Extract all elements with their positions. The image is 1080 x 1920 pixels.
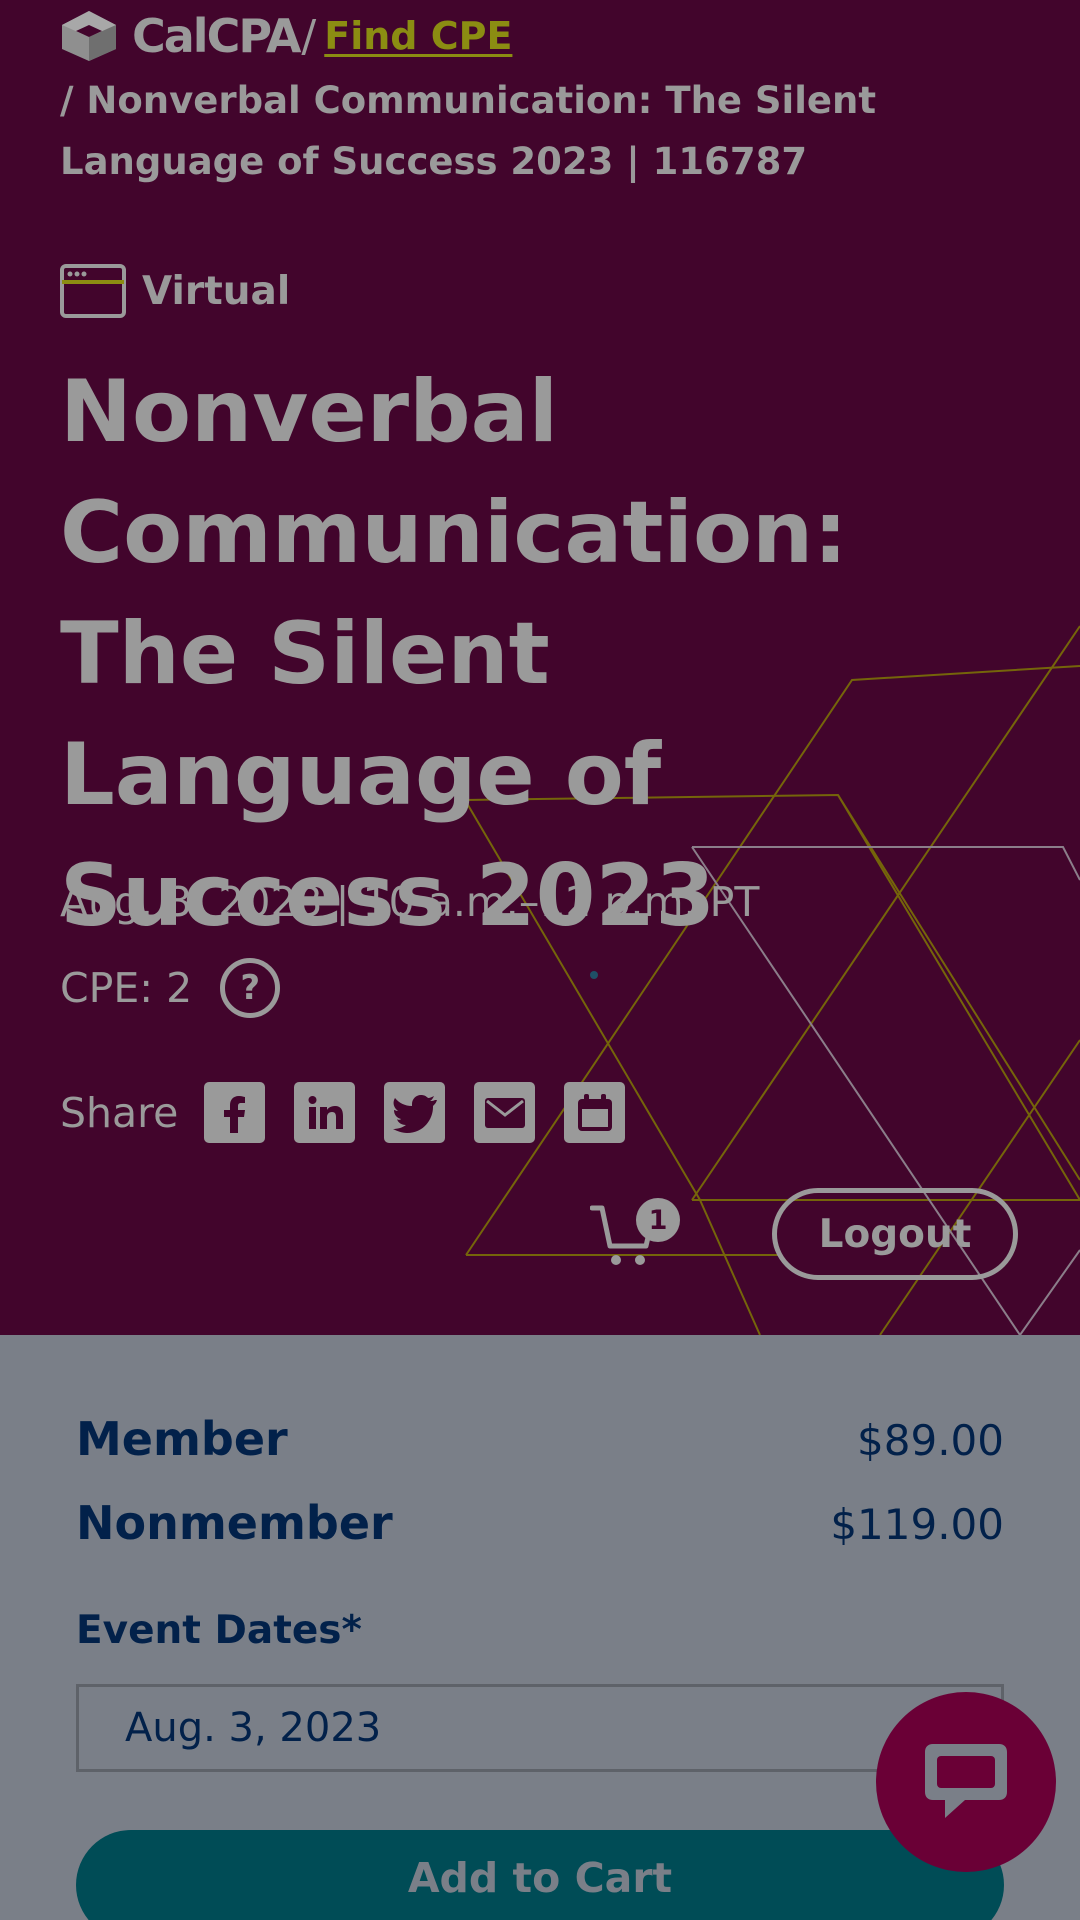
- price-row-member: Member $89.00: [76, 1412, 1004, 1466]
- event-format-label: Virtual: [142, 268, 291, 314]
- help-icon[interactable]: ?: [220, 958, 281, 1018]
- breadcrumb-separator: /: [301, 10, 317, 62]
- price-value: $119.00: [830, 1500, 1004, 1549]
- shopping-cart-button[interactable]: 1: [589, 1198, 680, 1270]
- calcpa-logo-text[interactable]: CalCPA: [132, 9, 301, 63]
- selected-date: Aug. 3, 2023: [125, 1705, 382, 1751]
- browser-window-icon: [60, 264, 126, 318]
- price-value: $89.00: [857, 1416, 1004, 1465]
- calendar-icon[interactable]: [564, 1082, 626, 1143]
- share-label: Share: [60, 1088, 179, 1137]
- linkedin-icon[interactable]: [294, 1082, 356, 1143]
- email-icon[interactable]: [474, 1082, 536, 1143]
- cart-count-badge: 1: [636, 1198, 680, 1242]
- price-label: Nonmember: [76, 1496, 393, 1550]
- event-datetime: Aug. 3, 2023 | 10 a.m.–12 p.m. PT: [60, 878, 760, 926]
- event-dates-label: Event Dates*: [76, 1608, 362, 1653]
- event-date-select[interactable]: Aug. 3, 2023: [76, 1684, 1004, 1772]
- twitter-icon[interactable]: [384, 1082, 446, 1143]
- breadcrumb-find-cpe-link[interactable]: Find CPE: [324, 14, 512, 58]
- facebook-icon[interactable]: [204, 1082, 266, 1143]
- event-format: Virtual: [60, 264, 290, 318]
- cpe-credits: CPE: 2: [60, 964, 193, 1012]
- price-row-nonmember: Nonmember $119.00: [76, 1496, 1004, 1550]
- chat-bubble-icon: [925, 1744, 1007, 1818]
- add-to-cart-button[interactable]: Add to Cart: [76, 1830, 1004, 1920]
- event-cpe: CPE: 2 ?: [60, 958, 281, 1018]
- breadcrumb: CalCPA / Find CPE / Nonverbal Communicat…: [60, 8, 1020, 192]
- breadcrumb-current-page: / Nonverbal Communication: The Silent La…: [60, 79, 877, 183]
- calcpa-logo-icon[interactable]: [60, 9, 118, 63]
- share-bar: Share: [60, 1082, 654, 1143]
- price-label: Member: [76, 1412, 288, 1466]
- chat-button[interactable]: [876, 1692, 1056, 1872]
- event-hero: CalCPA / Find CPE / Nonverbal Communicat…: [0, 0, 1080, 1335]
- event-title: Nonverbal Communication: The Silent Lang…: [60, 362, 848, 946]
- logout-button[interactable]: Logout: [772, 1188, 1018, 1280]
